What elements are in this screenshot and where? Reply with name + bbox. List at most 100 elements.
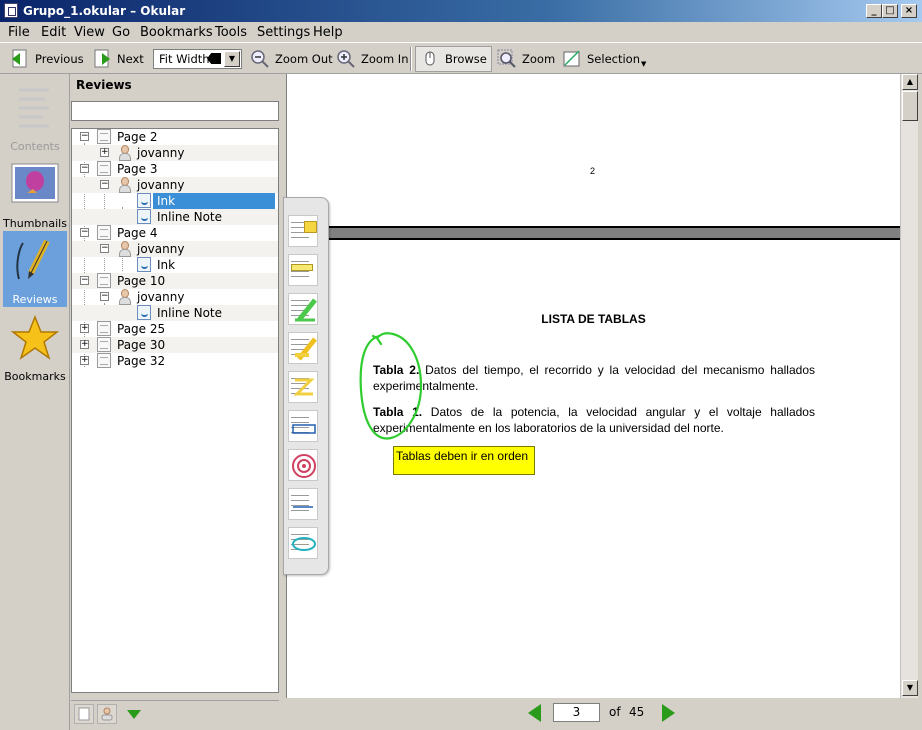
expand-icon[interactable]: +	[80, 340, 89, 349]
window-titlebar: Grupo_1.okular – Okular _ □ ×	[0, 0, 922, 22]
browse-tool-button[interactable]: Browse	[415, 46, 492, 72]
inline-note-icon	[137, 209, 151, 224]
ink-annotation-icon	[137, 193, 151, 208]
scroll-up-icon[interactable]: ▲	[902, 74, 918, 90]
scrollbar-thumb[interactable]	[902, 91, 918, 121]
underline-icon	[293, 506, 313, 508]
minimize-button[interactable]: _	[866, 4, 882, 18]
group-by-page-icon[interactable]	[74, 704, 94, 724]
tree-item-page[interactable]: − Page 10	[72, 273, 278, 289]
expand-icon[interactable]: +	[100, 148, 109, 157]
user-icon	[117, 145, 131, 161]
selection-tool-icon	[562, 49, 582, 69]
sidebar-item-reviews[interactable]: Reviews	[3, 231, 67, 307]
ink-annotation[interactable]	[355, 330, 435, 450]
tree-item-annotation[interactable]: Ink	[72, 257, 278, 273]
tree-item-annotation[interactable]: Ink	[72, 193, 278, 209]
scroll-down-icon[interactable]: ▼	[902, 680, 918, 696]
collapse-icon[interactable]: −	[80, 228, 89, 237]
next-label: Next	[117, 52, 144, 66]
tree-item-page[interactable]: + Page 25	[72, 321, 278, 337]
stamp-tool[interactable]	[288, 449, 318, 481]
expand-icon[interactable]: +	[80, 324, 89, 333]
rectangle-line-icon	[292, 424, 316, 434]
filter-current-page-icon[interactable]	[127, 710, 141, 719]
yellow-highlighter-tool[interactable]	[288, 332, 318, 364]
menu-edit[interactable]: Edit	[41, 25, 66, 40]
underline-tool[interactable]	[288, 488, 318, 520]
menu-tools[interactable]: Tools	[215, 25, 247, 40]
previous-page-icon	[10, 49, 30, 69]
tree-item-author[interactable]: − jovanny	[72, 177, 278, 193]
menu-settings[interactable]: Settings	[257, 25, 310, 40]
tree-item-author[interactable]: − jovanny	[72, 289, 278, 305]
menu-help[interactable]: Help	[313, 25, 343, 40]
page-number-label: 2	[590, 166, 596, 176]
previous-button[interactable]: Previous	[10, 47, 84, 71]
chevron-down-icon[interactable]: ▼	[224, 51, 240, 67]
next-button[interactable]: Next	[92, 47, 144, 71]
close-button[interactable]: ×	[901, 4, 917, 18]
expand-icon[interactable]: +	[80, 356, 89, 365]
menu-view[interactable]: View	[74, 25, 105, 40]
previous-page-arrow-icon[interactable]	[528, 704, 541, 722]
collapse-icon[interactable]: −	[80, 276, 89, 285]
tree-item-page[interactable]: − Page 4	[72, 225, 278, 241]
sticky-note-icon	[304, 221, 317, 233]
group-by-author-icon[interactable]	[97, 704, 117, 724]
zoom-out-button[interactable]: Zoom Out	[250, 47, 333, 71]
sidebar-label-reviews: Reviews	[12, 293, 58, 306]
menu-bar: File Edit View Go Bookmarks Tools Settin…	[0, 22, 922, 42]
sidebar-label-thumbnails: Thumbnails	[3, 217, 67, 230]
pop-up-note-tool[interactable]	[288, 215, 318, 247]
tree-item-page[interactable]: + Page 32	[72, 353, 278, 369]
zoom-in-icon	[336, 49, 356, 69]
zoom-mode-select[interactable]: Fit Width ▼	[153, 49, 242, 69]
ellipse-tool[interactable]	[288, 527, 318, 559]
zoom-out-label: Zoom Out	[275, 52, 333, 66]
reviews-search-input[interactable]	[71, 101, 279, 121]
reviews-tree[interactable]: − Page 2 + jovanny − Page 3 − jovanny In…	[71, 128, 279, 693]
tree-label: Page 3	[117, 162, 158, 176]
inline-note-tool[interactable]	[288, 254, 318, 286]
selection-tool-button[interactable]: Selection ▼	[562, 47, 646, 71]
collapse-icon[interactable]: −	[80, 164, 89, 173]
collapse-icon[interactable]: −	[100, 292, 109, 301]
tree-item-annotation[interactable]: Inline Note	[72, 209, 278, 225]
tree-item-author[interactable]: − jovanny	[72, 241, 278, 257]
next-page-arrow-icon[interactable]	[662, 704, 675, 722]
collapse-icon[interactable]: −	[80, 132, 89, 141]
menu-go[interactable]: Go	[112, 25, 130, 40]
menu-file[interactable]: File	[8, 25, 30, 40]
collapse-icon[interactable]: −	[100, 244, 109, 253]
sidebar-item-bookmarks[interactable]: Bookmarks	[3, 308, 67, 384]
maximize-button[interactable]: □	[882, 4, 898, 18]
vertical-scrollbar[interactable]: ▲ ▼	[900, 74, 918, 698]
collapse-icon[interactable]: −	[100, 180, 109, 189]
tree-label: Inline Note	[157, 210, 223, 224]
green-ink-tool[interactable]	[288, 293, 318, 325]
page-number-input[interactable]: 3	[553, 703, 600, 722]
inline-note-annotation[interactable]: Tablas deben ir en orden	[393, 446, 535, 475]
zoom-in-button[interactable]: Zoom In	[336, 47, 409, 71]
menu-bookmarks[interactable]: Bookmarks	[140, 25, 213, 40]
tree-item-page[interactable]: + Page 30	[72, 337, 278, 353]
sidebar-item-contents[interactable]: Contents	[3, 78, 67, 154]
page-icon	[97, 353, 111, 368]
zoom-tool-button[interactable]: Zoom	[497, 47, 555, 71]
tree-label: Ink	[157, 258, 176, 272]
reviews-pencil-icon	[16, 239, 50, 280]
tree-item-page[interactable]: − Page 3	[72, 161, 278, 177]
ellipse-icon	[292, 537, 316, 551]
yellow-ink-tool[interactable]	[288, 371, 318, 403]
table-entry-text: Datos del tiempo, el recorrido y la velo…	[373, 363, 815, 393]
selection-dropdown-icon[interactable]: ▼	[641, 60, 646, 68]
selection-label: Selection	[587, 52, 640, 66]
straight-line-tool[interactable]	[288, 410, 318, 442]
tree-item-author[interactable]: + jovanny	[72, 145, 278, 161]
tree-item-page[interactable]: − Page 2	[72, 129, 278, 145]
table-entry: Tabla 2. Datos del tiempo, el recorrido …	[373, 362, 815, 394]
document-view[interactable]: 2 LISTA DE TABLAS Tabla 2. Datos del tie…	[286, 74, 900, 698]
sidebar-item-thumbnails[interactable]: Thumbnails	[3, 155, 67, 231]
tree-item-annotation[interactable]: Inline Note	[72, 305, 278, 321]
